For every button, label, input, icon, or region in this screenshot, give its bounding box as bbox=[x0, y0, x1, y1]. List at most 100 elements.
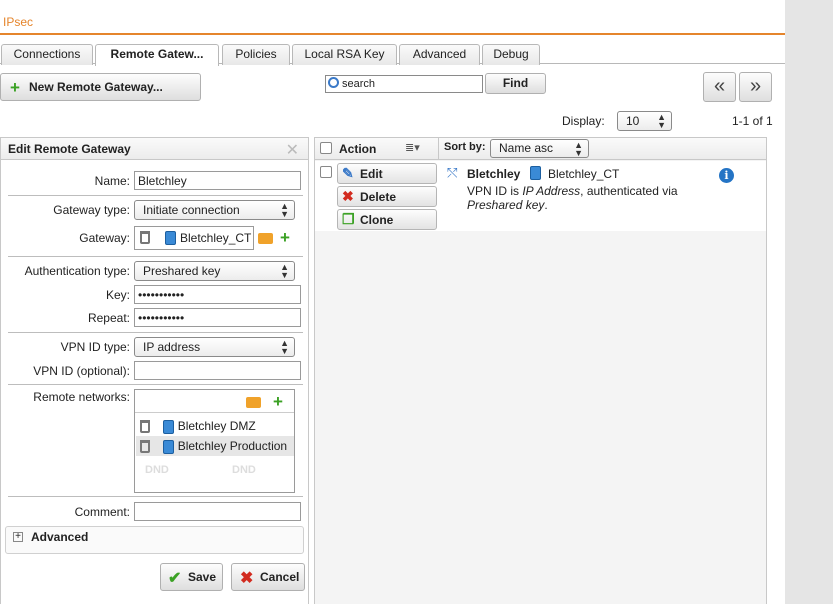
result-count: 1-1 of 1 bbox=[732, 114, 773, 128]
edit-button[interactable]: ✎ Edit bbox=[337, 163, 437, 184]
cancel-button[interactable]: ✖ Cancel bbox=[231, 563, 305, 591]
network-host-icon bbox=[530, 166, 541, 180]
vpn-id-type-value: IP address bbox=[143, 340, 201, 354]
new-remote-gateway-label: New Remote Gateway... bbox=[29, 80, 163, 94]
desc-text: VPN ID is bbox=[467, 184, 523, 198]
select-arrows-icon: ▲ ▼ bbox=[657, 112, 666, 130]
folder-icon[interactable] bbox=[258, 233, 273, 244]
trash-icon[interactable] bbox=[140, 420, 150, 434]
divider bbox=[8, 256, 303, 257]
trash-icon[interactable] bbox=[140, 231, 150, 244]
plus-icon[interactable]: + bbox=[280, 229, 290, 246]
divider bbox=[438, 138, 439, 160]
close-icon[interactable]: ✕ bbox=[286, 140, 299, 160]
tab-remote-gateways[interactable]: Remote Gatew... bbox=[95, 44, 219, 66]
dnd-hint: DND bbox=[232, 464, 256, 476]
key-field[interactable]: ••••••••••• bbox=[134, 285, 301, 304]
vpn-id-label: VPN ID (optional): bbox=[33, 364, 130, 378]
sort-by-select[interactable]: Name asc ▲ ▼ bbox=[490, 139, 589, 158]
select-arrows-icon: ▲ ▼ bbox=[280, 201, 289, 219]
gateway-drop-field[interactable]: Bletchley_CT bbox=[134, 226, 254, 250]
delete-label: Delete bbox=[360, 190, 397, 204]
search-input-value: search bbox=[342, 78, 376, 90]
panel-title: Edit Remote Gateway bbox=[1, 138, 308, 160]
auth-type-value: Preshared key bbox=[143, 264, 221, 278]
vpn-id-type-select[interactable]: IP address ▲ ▼ bbox=[134, 337, 295, 357]
delete-icon: ✖ bbox=[342, 188, 354, 204]
name-label: Name: bbox=[94, 174, 130, 188]
gateway-value: Bletchley_CT bbox=[180, 231, 252, 245]
clone-icon: ❐ bbox=[342, 211, 355, 227]
comment-field[interactable] bbox=[134, 502, 301, 521]
vpn-id-type-label: VPN ID type: bbox=[60, 340, 130, 354]
page-title: IPsec bbox=[0, 8, 785, 35]
auth-type-label: Authentication type: bbox=[24, 264, 130, 278]
ipsec-window: IPsec Connections Remote Gatew... Polici… bbox=[0, 0, 785, 604]
tab-connections[interactable]: Connections bbox=[1, 44, 93, 65]
action-header: Action bbox=[339, 142, 377, 156]
divider bbox=[8, 384, 303, 385]
plus-icon[interactable]: + bbox=[273, 393, 283, 410]
gateway-description: VPN ID is IP Address, authenticated via … bbox=[467, 184, 707, 212]
new-remote-gateway-button[interactable]: + New Remote Gateway... bbox=[0, 73, 201, 101]
gateway-label: Gateway: bbox=[79, 231, 130, 245]
gateway-type-label: Gateway type: bbox=[53, 203, 130, 217]
save-button[interactable]: ✔ Save bbox=[160, 563, 223, 591]
comment-label: Comment: bbox=[74, 505, 130, 519]
network-name: Bletchley DMZ bbox=[177, 419, 256, 433]
select-all-checkbox[interactable] bbox=[320, 142, 332, 154]
tab-advanced[interactable]: Advanced bbox=[399, 44, 480, 65]
display-count-value: 10 bbox=[626, 114, 640, 128]
column-menu-icon[interactable]: ≣▾ bbox=[405, 141, 420, 154]
display-count-select[interactable]: 10 ▲ ▼ bbox=[617, 111, 672, 131]
gateway-type-select[interactable]: Initiate connection ▲ ▼ bbox=[134, 200, 295, 220]
network-host-icon bbox=[165, 231, 176, 245]
clone-button[interactable]: ❐ Clone bbox=[337, 209, 437, 230]
remote-networks-list[interactable]: + Bletchley DMZ Bletchley Production DND… bbox=[134, 389, 295, 493]
repeat-field[interactable]: ••••••••••• bbox=[134, 308, 301, 327]
tab-local-rsa-key[interactable]: Local RSA Key bbox=[292, 44, 397, 65]
select-arrows-icon: ▲ ▼ bbox=[574, 140, 583, 158]
divider bbox=[8, 195, 303, 196]
list-item: Bletchley Production bbox=[136, 436, 294, 456]
vpn-id-field[interactable] bbox=[134, 361, 301, 380]
folder-icon[interactable] bbox=[246, 397, 261, 408]
row-checkbox[interactable] bbox=[320, 166, 332, 178]
tab-policies[interactable]: Policies bbox=[222, 44, 290, 65]
gateway-name: Bletchley bbox=[467, 167, 521, 181]
edit-icon: ✎ bbox=[342, 165, 354, 181]
select-arrows-icon: ▲ ▼ bbox=[280, 262, 289, 280]
divider bbox=[8, 496, 303, 497]
auth-type-select[interactable]: Preshared key ▲ ▼ bbox=[134, 261, 295, 281]
prev-page-button[interactable]: « bbox=[703, 72, 736, 102]
sort-by-value: Name asc bbox=[499, 141, 554, 155]
plus-icon: + bbox=[10, 78, 20, 97]
desc-text: , authenticated via bbox=[580, 184, 678, 198]
search-input[interactable]: search bbox=[325, 75, 483, 93]
delete-button[interactable]: ✖ Delete bbox=[337, 186, 437, 207]
advanced-section[interactable]: + Advanced bbox=[5, 526, 304, 554]
search-icon bbox=[328, 77, 339, 88]
tab-debug[interactable]: Debug bbox=[482, 44, 540, 65]
find-button[interactable]: Find bbox=[485, 73, 546, 94]
save-label: Save bbox=[188, 570, 217, 584]
remote-gateway-icon: ⤲ bbox=[447, 165, 458, 180]
expand-icon[interactable]: + bbox=[13, 532, 23, 542]
desc-text: . bbox=[544, 198, 548, 212]
next-page-button[interactable]: » bbox=[739, 72, 772, 102]
list-item: Bletchley DMZ bbox=[136, 416, 294, 436]
edit-label: Edit bbox=[360, 167, 383, 181]
dnd-hint: DND bbox=[145, 464, 169, 476]
tab-bar: Connections Remote Gatew... Policies Loc… bbox=[0, 44, 785, 66]
close-icon: ✖ bbox=[240, 570, 254, 587]
network-icon bbox=[163, 439, 175, 454]
display-label: Display: bbox=[562, 114, 605, 128]
name-field[interactable]: Bletchley bbox=[134, 171, 301, 190]
gateways-grid: Action ≣▾ Sort by: Name asc ▲ ▼ ✎ Edit ✖ … bbox=[314, 137, 767, 604]
trash-icon[interactable] bbox=[140, 440, 150, 454]
grid-header: Action ≣▾ Sort by: Name asc ▲ ▼ bbox=[315, 138, 766, 160]
clone-label: Clone bbox=[360, 213, 394, 227]
desc-text: Preshared key bbox=[467, 198, 545, 212]
sort-by-label: Sort by: bbox=[444, 141, 486, 153]
info-icon[interactable]: i bbox=[719, 168, 734, 183]
